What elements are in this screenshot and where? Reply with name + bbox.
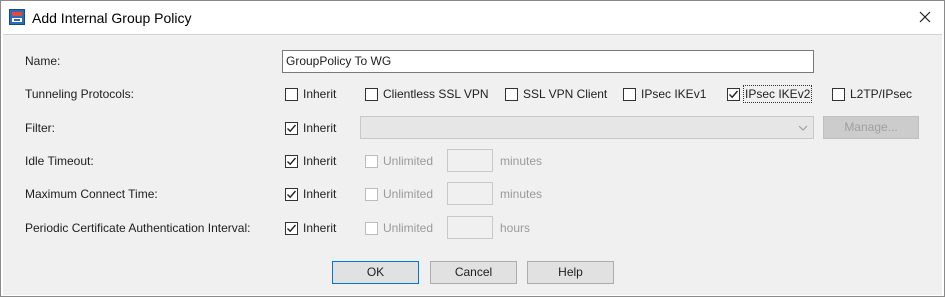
cert-auth-unit: hours (500, 221, 531, 235)
name-label: Name: (25, 54, 61, 68)
checkmark-icon (287, 224, 297, 233)
cancel-button[interactable]: Cancel (430, 261, 517, 284)
checkmark-icon (287, 157, 297, 166)
idle-timeout-inherit-checkbox[interactable] (285, 155, 298, 168)
filter-inherit-label: Inherit (303, 121, 337, 135)
idle-timeout-unlimited-label: Unlimited (383, 154, 434, 168)
ssl-vpn-client-label: SSL VPN Client (523, 87, 608, 101)
checkmark-icon (729, 90, 739, 99)
idle-timeout-unit: minutes (500, 154, 543, 168)
chevron-down-icon (797, 122, 809, 137)
tunneling-inherit-label: Inherit (303, 87, 337, 101)
max-connect-time-label: Maximum Connect Time: (25, 187, 158, 201)
cert-auth-input[interactable] (447, 216, 493, 239)
cert-auth-inherit-label: Inherit (303, 221, 337, 235)
max-connect-unit: minutes (500, 187, 543, 201)
cert-auth-interval-label: Periodic Certificate Authentication Inte… (25, 221, 251, 235)
app-icon (9, 9, 25, 25)
l2tp-ipsec-checkbox[interactable] (832, 88, 845, 101)
max-connect-inherit-checkbox[interactable] (285, 188, 298, 201)
ipsec-ikev1-label: IPsec IKEv1 (641, 87, 707, 101)
ssl-vpn-client-checkbox[interactable] (505, 88, 518, 101)
filter-select[interactable] (360, 116, 814, 139)
ok-button[interactable]: OK (332, 261, 419, 284)
max-connect-inherit-label: Inherit (303, 187, 337, 201)
idle-timeout-inherit-label: Inherit (303, 154, 337, 168)
ipsec-ikev1-checkbox[interactable] (623, 88, 636, 101)
manage-button[interactable]: Manage... (823, 116, 919, 139)
checkmark-icon (287, 190, 297, 199)
ipsec-ikev2-label: IPsec IKEv2 (743, 85, 813, 103)
ipsec-ikev2-checkbox[interactable] (727, 88, 740, 101)
l2tp-ipsec-label: L2TP/IPsec (850, 87, 913, 101)
idle-timeout-label: Idle Timeout: (25, 154, 94, 168)
checkmark-icon (287, 124, 297, 133)
max-connect-input[interactable] (447, 182, 493, 205)
help-button[interactable]: Help (527, 261, 614, 284)
tunneling-inherit-checkbox[interactable] (285, 88, 298, 101)
cert-auth-inherit-checkbox[interactable] (285, 222, 298, 235)
max-connect-unlimited-label: Unlimited (383, 187, 434, 201)
tunneling-protocols-label: Tunneling Protocols: (25, 87, 134, 101)
idle-timeout-input[interactable] (447, 149, 493, 172)
close-icon[interactable] (914, 6, 936, 28)
max-connect-unlimited-checkbox[interactable] (365, 188, 378, 201)
name-field[interactable]: GroupPolicy To WG (282, 50, 814, 73)
clientless-ssl-vpn-label: Clientless SSL VPN (383, 87, 489, 101)
idle-timeout-unlimited-checkbox[interactable] (365, 155, 378, 168)
filter-label: Filter: (25, 121, 55, 135)
cert-auth-unlimited-checkbox[interactable] (365, 222, 378, 235)
dialog-title: Add Internal Group Policy (32, 10, 192, 26)
dialog-content: Name: GroupPolicy To WG Tunneling Protoc… (3, 34, 942, 295)
clientless-ssl-vpn-checkbox[interactable] (365, 88, 378, 101)
dialog-window: Add Internal Group Policy Name: GroupPol… (0, 0, 945, 297)
cert-auth-unlimited-label: Unlimited (383, 221, 434, 235)
filter-inherit-checkbox[interactable] (285, 122, 298, 135)
title-bar: Add Internal Group Policy (1, 1, 944, 33)
